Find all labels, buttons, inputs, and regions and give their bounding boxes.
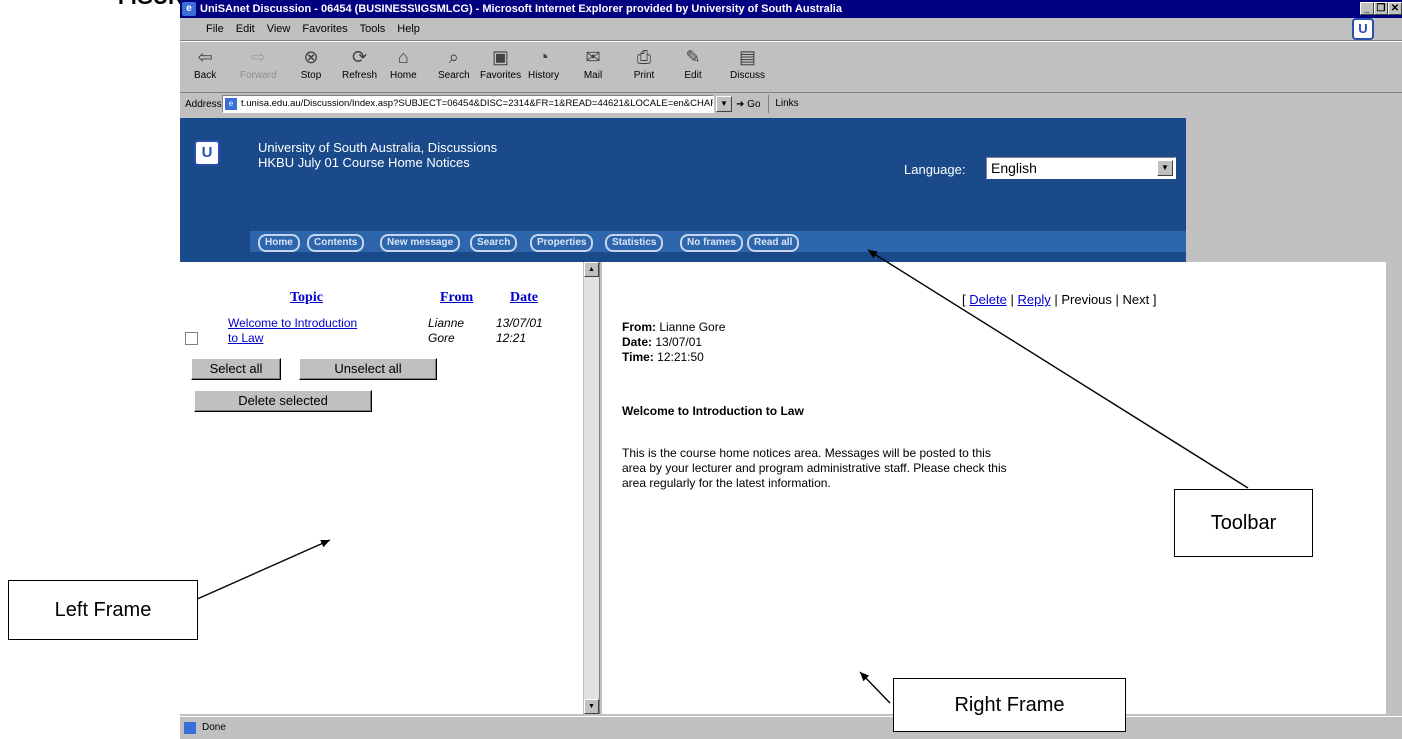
left-frame-callout-arrow [194,539,331,601]
toolbar-callout: Toolbar [1174,489,1313,557]
right-frame-callout: Right Frame [893,678,1126,732]
annotation-arrows [194,249,1249,704]
right-frame-callout-arrow [859,671,891,704]
toolbar-callout-arrow [867,249,1249,489]
left-frame-callout: Left Frame [8,580,198,640]
